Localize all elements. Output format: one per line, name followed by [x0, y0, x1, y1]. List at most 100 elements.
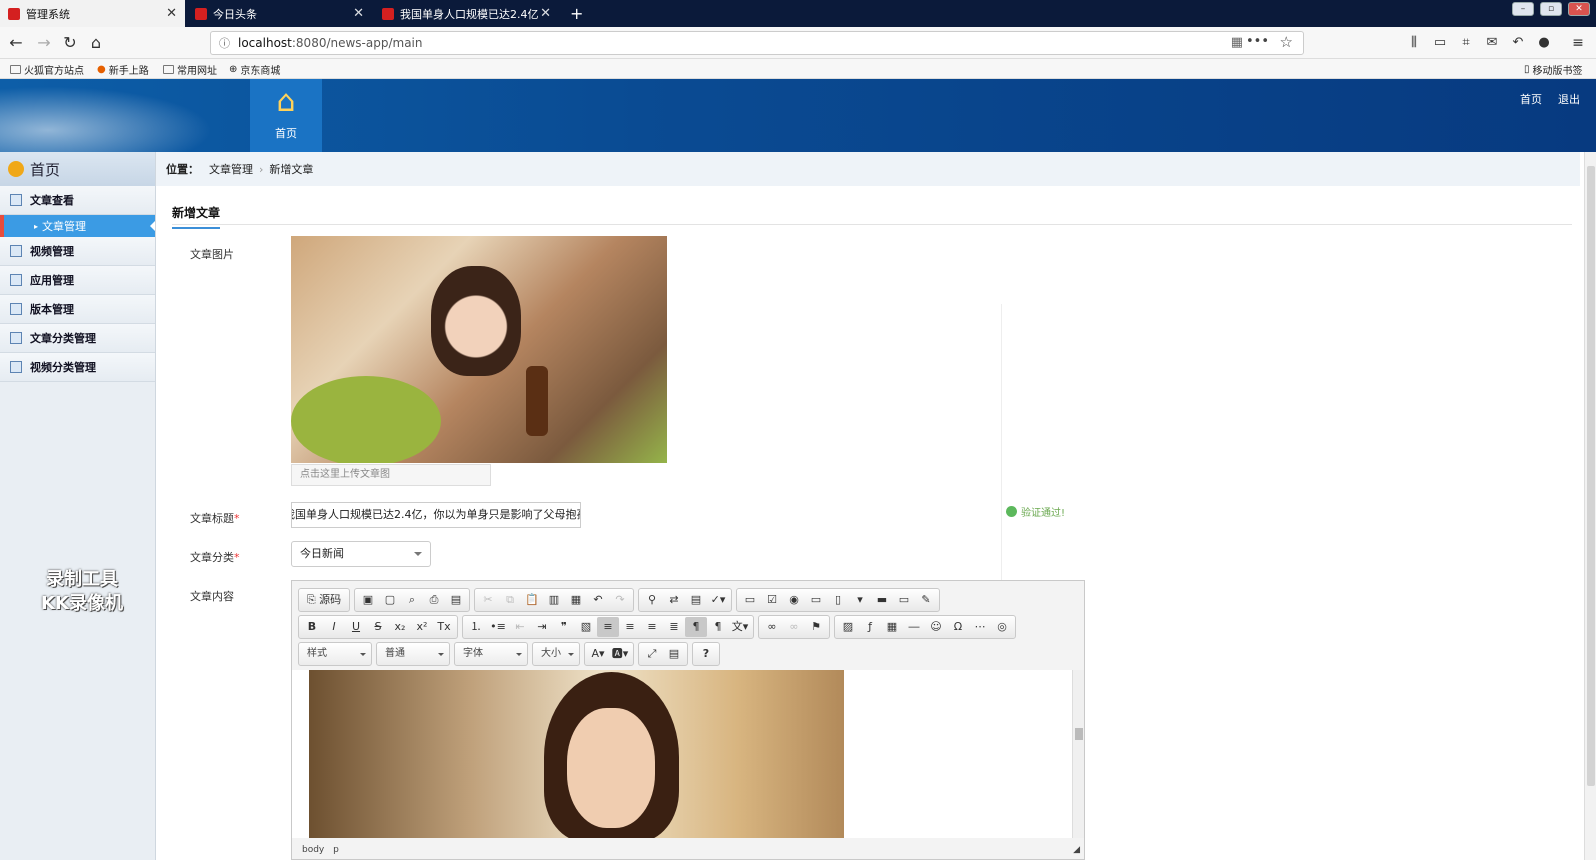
text-color-icon[interactable]: A▾	[587, 644, 609, 664]
browser-tab-toutiao[interactable]: 今日头条 ✕	[187, 0, 372, 27]
bookmark-getting-started[interactable]: ● 新手上路	[97, 62, 149, 77]
minimize-icon[interactable]: –	[1512, 2, 1534, 16]
indent-icon[interactable]: ⇥	[531, 617, 553, 637]
screenshot-icon[interactable]: ⌗	[1456, 33, 1476, 53]
more-actions-icon[interactable]: •••	[1246, 34, 1269, 49]
blockquote-icon[interactable]: ❞	[553, 617, 575, 637]
radio-icon[interactable]: ◉	[783, 590, 805, 610]
replace-icon[interactable]: ⇄	[663, 590, 685, 610]
bookmark-mobile[interactable]: ▯ 移动版书签	[1524, 62, 1583, 77]
underline-icon[interactable]: U	[345, 617, 367, 637]
preview-icon[interactable]: ⌕	[401, 590, 423, 610]
sidebar-item-app-manage[interactable]: 应用管理	[0, 266, 155, 295]
back-icon[interactable]: ←	[6, 33, 26, 53]
category-select[interactable]: 今日新闻	[291, 541, 431, 567]
sidebar-item-version-manage[interactable]: 版本管理	[0, 295, 155, 324]
bookmark-jd[interactable]: ⊕ 京东商城	[229, 62, 280, 77]
paste-word-icon[interactable]: ▦	[565, 590, 587, 610]
sidebar-item-article-view[interactable]: 文章查看	[0, 186, 155, 215]
editor-content-area[interactable]	[292, 670, 1072, 838]
breadcrumb-article-manage[interactable]: 文章管理	[209, 161, 253, 177]
hidden-field-icon[interactable]: ✎	[915, 590, 937, 610]
button-field-icon[interactable]: ▬	[871, 590, 893, 610]
copy-icon[interactable]: ⧉	[499, 590, 521, 610]
menu-icon[interactable]: ≡	[1568, 33, 1588, 53]
page-scroll-thumb[interactable]	[1587, 166, 1595, 786]
sidebar-toggle-icon[interactable]: ▭	[1430, 33, 1450, 53]
paste-icon[interactable]: 📋	[521, 590, 543, 610]
bold-icon[interactable]: B	[301, 617, 323, 637]
select-field-icon[interactable]: ▾	[849, 590, 871, 610]
reload-icon[interactable]: ↻	[60, 33, 80, 53]
header-logout-link[interactable]: 退出	[1558, 91, 1580, 107]
show-blocks-icon[interactable]: ▤	[663, 644, 685, 664]
resize-handle-icon[interactable]: ◢	[1073, 840, 1080, 860]
image-button-icon[interactable]: ▭	[893, 590, 915, 610]
sidebar-item-article-manage[interactable]: ▸ 文章管理	[0, 215, 155, 237]
div-icon[interactable]: ▧	[575, 617, 597, 637]
new-tab-button[interactable]: +	[562, 0, 586, 27]
strike-icon[interactable]: S	[367, 617, 389, 637]
close-icon[interactable]: ✕	[540, 6, 551, 21]
editor-scroll-thumb[interactable]	[1075, 728, 1083, 740]
smiley-icon[interactable]: ☺	[925, 617, 947, 637]
maximize-icon[interactable]: ▫	[1540, 2, 1562, 16]
bookmark-firefox[interactable]: 火狐官方站点	[10, 62, 84, 77]
styles-dropdown[interactable]: 样式	[298, 642, 372, 666]
source-button[interactable]: ⎘ 源码	[301, 590, 347, 610]
numbered-list-icon[interactable]: ⒈	[465, 617, 487, 637]
header-home-link[interactable]: 首页	[1520, 91, 1542, 107]
template-icon[interactable]: ▤	[445, 590, 467, 610]
header-home-nav[interactable]: ⌂ 首页	[250, 79, 322, 152]
qr-code-icon[interactable]: ▦	[1231, 35, 1243, 50]
superscript-icon[interactable]: x²	[411, 617, 433, 637]
align-right-icon[interactable]: ≡	[641, 617, 663, 637]
outdent-icon[interactable]: ⇤	[509, 617, 531, 637]
help-icon[interactable]: ?	[695, 644, 717, 664]
format-dropdown[interactable]: 普通	[376, 642, 450, 666]
anchor-icon[interactable]: ⚑	[805, 617, 827, 637]
table-icon[interactable]: ▦	[881, 617, 903, 637]
account-icon[interactable]: ●	[1534, 33, 1554, 53]
undo-icon[interactable]: ↶	[587, 590, 609, 610]
checkbox-icon[interactable]: ☑	[761, 590, 783, 610]
special-char-icon[interactable]: Ω	[947, 617, 969, 637]
element-path-p[interactable]: p	[333, 845, 339, 855]
italic-icon[interactable]: I	[323, 617, 345, 637]
page-scrollbar[interactable]	[1584, 152, 1596, 860]
home-icon[interactable]: ⌂	[86, 33, 106, 53]
print-icon[interactable]: ⎙	[423, 590, 445, 610]
language-icon[interactable]: 文▾	[729, 617, 751, 637]
editor-scrollbar[interactable]	[1072, 670, 1084, 838]
title-input[interactable]: 我国单身人口规模已达2.4亿，你以为单身只是影响了父母抱孙子？	[291, 502, 581, 528]
sidebar-item-video-category[interactable]: 视频分类管理	[0, 353, 155, 382]
undo-icon[interactable]: ↶	[1508, 33, 1528, 53]
sidebar-item-article-category[interactable]: 文章分类管理	[0, 324, 155, 353]
library-icon[interactable]: ⫼	[1404, 33, 1424, 53]
close-window-icon[interactable]: ✕	[1568, 2, 1590, 16]
redo-icon[interactable]: ↷	[609, 590, 631, 610]
remove-format-icon[interactable]: Tx	[433, 617, 455, 637]
bulleted-list-icon[interactable]: •≡	[487, 617, 509, 637]
unlink-icon[interactable]: ∞	[783, 617, 805, 637]
font-dropdown[interactable]: 字体	[454, 642, 528, 666]
link-icon[interactable]: ∞	[761, 617, 783, 637]
forward-icon[interactable]: →	[34, 33, 54, 53]
form-icon[interactable]: ▭	[739, 590, 761, 610]
textfield-icon[interactable]: ▭	[805, 590, 827, 610]
subscript-icon[interactable]: x₂	[389, 617, 411, 637]
url-bar[interactable]: ⓘ localhost:8080/news-app/main ▦ ••• ☆	[210, 31, 1304, 55]
iframe-icon[interactable]: ◎	[991, 617, 1013, 637]
browser-tab-admin[interactable]: 管理系统 ✕	[0, 0, 185, 27]
browser-tab-article[interactable]: 我国单身人口规模已达2.4亿，你 ✕	[374, 0, 559, 27]
find-icon[interactable]: ⚲	[641, 590, 663, 610]
element-path-body[interactable]: body	[302, 845, 324, 855]
justify-icon[interactable]: ≣	[663, 617, 685, 637]
bookmark-common[interactable]: 常用网址	[163, 62, 217, 77]
info-icon[interactable]: ⓘ	[219, 35, 230, 51]
upload-image-button[interactable]: 点击这里上传文章图	[291, 464, 491, 486]
save-icon[interactable]: ▣	[357, 590, 379, 610]
bg-color-icon[interactable]: 🅰▾	[609, 644, 631, 664]
paste-text-icon[interactable]: ▥	[543, 590, 565, 610]
content-image[interactable]	[309, 670, 844, 838]
